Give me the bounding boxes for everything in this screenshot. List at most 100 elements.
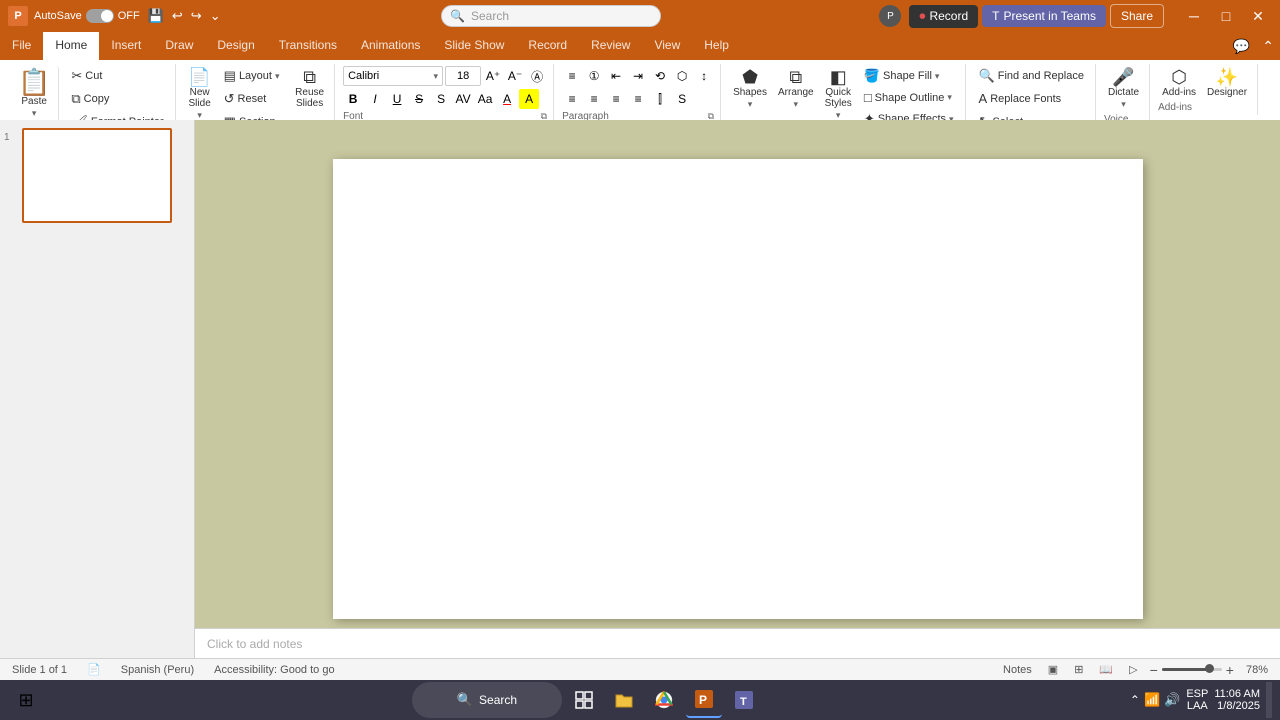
text-shadow-para-button[interactable]: S bbox=[672, 89, 692, 109]
increase-indent-button[interactable]: ⇥ bbox=[628, 66, 648, 86]
share-button[interactable]: Share bbox=[1110, 4, 1164, 28]
reading-view-button[interactable]: 📖 bbox=[1095, 662, 1117, 677]
title-bar: P AutoSave OFF 💾 ↩ ↪ ⌄ 🔍 Search P ⏺ Reco… bbox=[0, 0, 1280, 32]
tab-help[interactable]: Help bbox=[692, 32, 741, 60]
para-row-1: ≡ ① ⇤ ⇥ ⟲ ⬡ ↕ bbox=[562, 66, 714, 86]
columns-button[interactable]: ⫿ bbox=[650, 89, 670, 109]
align-center-button[interactable]: ≡ bbox=[584, 89, 604, 109]
convert-smartart-button[interactable]: ⬡ bbox=[672, 66, 692, 86]
reset-button[interactable]: ↺ Reset bbox=[219, 89, 289, 109]
text-shadow-button[interactable]: S bbox=[431, 89, 451, 109]
undo-btn[interactable]: ↩ bbox=[170, 6, 185, 26]
cut-button[interactable]: ✂ Cut bbox=[66, 66, 168, 86]
tab-record[interactable]: Record bbox=[516, 32, 579, 60]
change-case-button[interactable]: Aa bbox=[475, 89, 495, 109]
layout-button[interactable]: ▤ Layout ▾ bbox=[219, 66, 289, 86]
present-teams-button[interactable]: T Present in Teams bbox=[982, 5, 1106, 27]
replace-fonts-button[interactable]: A Replace Fonts bbox=[974, 89, 1067, 108]
save-btn[interactable]: 💾 bbox=[146, 6, 166, 26]
maximize-button[interactable]: □ bbox=[1212, 6, 1240, 26]
grow-font-button[interactable]: A⁺ bbox=[483, 66, 503, 86]
font-color-button[interactable]: A bbox=[497, 89, 517, 109]
designer-button[interactable]: ✨ Designer bbox=[1203, 66, 1251, 100]
shape-fill-button[interactable]: 🪣 Shape Fill ▾ bbox=[859, 66, 959, 86]
decrease-indent-button[interactable]: ⇤ bbox=[606, 66, 626, 86]
ribbon-collapse-button[interactable]: ⌃ bbox=[1256, 34, 1280, 59]
start-button[interactable]: ⊞ bbox=[8, 682, 44, 718]
zoom-bar[interactable] bbox=[1162, 668, 1222, 671]
tab-design[interactable]: Design bbox=[205, 32, 266, 60]
quick-styles-icon: ◧ bbox=[830, 68, 847, 86]
file-explorer-button[interactable] bbox=[606, 682, 642, 718]
font-name-dropdown[interactable]: Calibri ▾ bbox=[343, 66, 443, 86]
task-view-button[interactable] bbox=[566, 682, 602, 718]
search-taskbar-button[interactable]: 🔍 Search bbox=[412, 682, 562, 718]
line-spacing-button[interactable]: ↕ bbox=[694, 66, 714, 86]
zoom-minus[interactable]: − bbox=[1150, 662, 1158, 678]
minimize-button[interactable]: ─ bbox=[1180, 6, 1208, 26]
addins-button[interactable]: ⬡ Add-ins bbox=[1158, 66, 1200, 100]
tab-review[interactable]: Review bbox=[579, 32, 642, 60]
dictate-button[interactable]: 🎤 Dictate ▾ bbox=[1104, 66, 1143, 112]
justify-button[interactable]: ≡ bbox=[628, 89, 648, 109]
font-size-box[interactable]: 18 bbox=[445, 66, 481, 86]
teams-taskbar-button[interactable]: T bbox=[726, 682, 762, 718]
tab-slideshow[interactable]: Slide Show bbox=[432, 32, 516, 60]
comments-button[interactable]: 💬 bbox=[1227, 34, 1256, 59]
accessibility-button[interactable]: Accessibility: Good to go bbox=[210, 663, 338, 677]
italic-button[interactable]: I bbox=[365, 89, 385, 109]
copy-button[interactable]: ⧉ Copy bbox=[66, 89, 168, 109]
tab-file[interactable]: File bbox=[0, 32, 43, 60]
redo-btn[interactable]: ↪ bbox=[189, 6, 204, 26]
tab-view[interactable]: View bbox=[642, 32, 692, 60]
language-button[interactable]: Spanish (Peru) bbox=[117, 663, 198, 677]
new-slide-button[interactable]: 📄 New Slide ▾ bbox=[184, 66, 216, 123]
align-right-button[interactable]: ≡ bbox=[606, 89, 626, 109]
clear-format-button[interactable]: Ⓐ bbox=[527, 66, 547, 86]
notes-button[interactable]: Notes bbox=[999, 663, 1036, 677]
chrome-button[interactable] bbox=[646, 682, 682, 718]
underline-button[interactable]: U bbox=[387, 89, 407, 109]
reuse-slides-button[interactable]: ⧉ Reuse Slides bbox=[291, 66, 328, 111]
tab-insert[interactable]: Insert bbox=[99, 32, 153, 60]
align-left-button[interactable]: ≡ bbox=[562, 89, 582, 109]
bold-button[interactable]: B bbox=[343, 89, 363, 109]
highlight-button[interactable]: A bbox=[519, 89, 539, 109]
find-replace-button[interactable]: 🔍 Find and Replace bbox=[974, 66, 1089, 86]
taskbar-show-desktop[interactable] bbox=[1266, 682, 1272, 718]
slide-sorter-button[interactable]: ⊞ bbox=[1070, 662, 1087, 677]
reuse-slides-icon: ⧉ bbox=[303, 68, 316, 86]
char-spacing-button[interactable]: AV bbox=[453, 89, 473, 109]
zoom-plus[interactable]: + bbox=[1226, 662, 1234, 678]
autosave-toggle[interactable] bbox=[86, 9, 114, 23]
zoom-percent[interactable]: 78% bbox=[1242, 663, 1272, 677]
strikethrough-button[interactable]: S bbox=[409, 89, 429, 109]
taskbar-clock[interactable]: 11:06 AM 1/8/2025 bbox=[1214, 688, 1260, 712]
tab-draw[interactable]: Draw bbox=[153, 32, 205, 60]
powerpoint-taskbar-button[interactable]: P bbox=[686, 682, 722, 718]
normal-view-button[interactable]: ▣ bbox=[1044, 662, 1062, 677]
record-button[interactable]: ⏺ Record bbox=[909, 5, 978, 28]
tab-transitions[interactable]: Transitions bbox=[267, 32, 349, 60]
bullets-button[interactable]: ≡ bbox=[562, 66, 582, 86]
notes-outline-button[interactable]: 📄 bbox=[83, 662, 105, 677]
tab-animations[interactable]: Animations bbox=[349, 32, 432, 60]
slide-canvas[interactable] bbox=[333, 159, 1143, 619]
text-direction-button[interactable]: ⟲ bbox=[650, 66, 670, 86]
slideshow-button[interactable]: ▷ bbox=[1125, 662, 1141, 677]
shrink-font-button[interactable]: A⁻ bbox=[505, 66, 525, 86]
quick-styles-button[interactable]: ◧ Quick Styles ▾ bbox=[821, 66, 856, 123]
taskbar-up-arrow[interactable]: ⌃ bbox=[1130, 693, 1140, 707]
shapes-button[interactable]: ⬟ Shapes ▾ bbox=[729, 66, 771, 112]
cut-icon: ✂ bbox=[71, 68, 82, 84]
shape-outline-button[interactable]: □ Shape Outline ▾ bbox=[859, 88, 959, 107]
tab-home[interactable]: Home bbox=[43, 32, 99, 60]
close-button[interactable]: ✕ bbox=[1244, 6, 1272, 26]
more-btn[interactable]: ⌄ bbox=[208, 6, 223, 26]
numbering-button[interactable]: ① bbox=[584, 66, 604, 86]
slide-thumbnail[interactable] bbox=[22, 128, 172, 223]
search-box[interactable]: 🔍 Search bbox=[441, 5, 661, 27]
notes-area[interactable]: Click to add notes bbox=[195, 628, 1280, 658]
taskbar-language[interactable]: ESP LAA bbox=[1186, 688, 1208, 712]
arrange-button[interactable]: ⧉ Arrange ▾ bbox=[774, 66, 818, 112]
